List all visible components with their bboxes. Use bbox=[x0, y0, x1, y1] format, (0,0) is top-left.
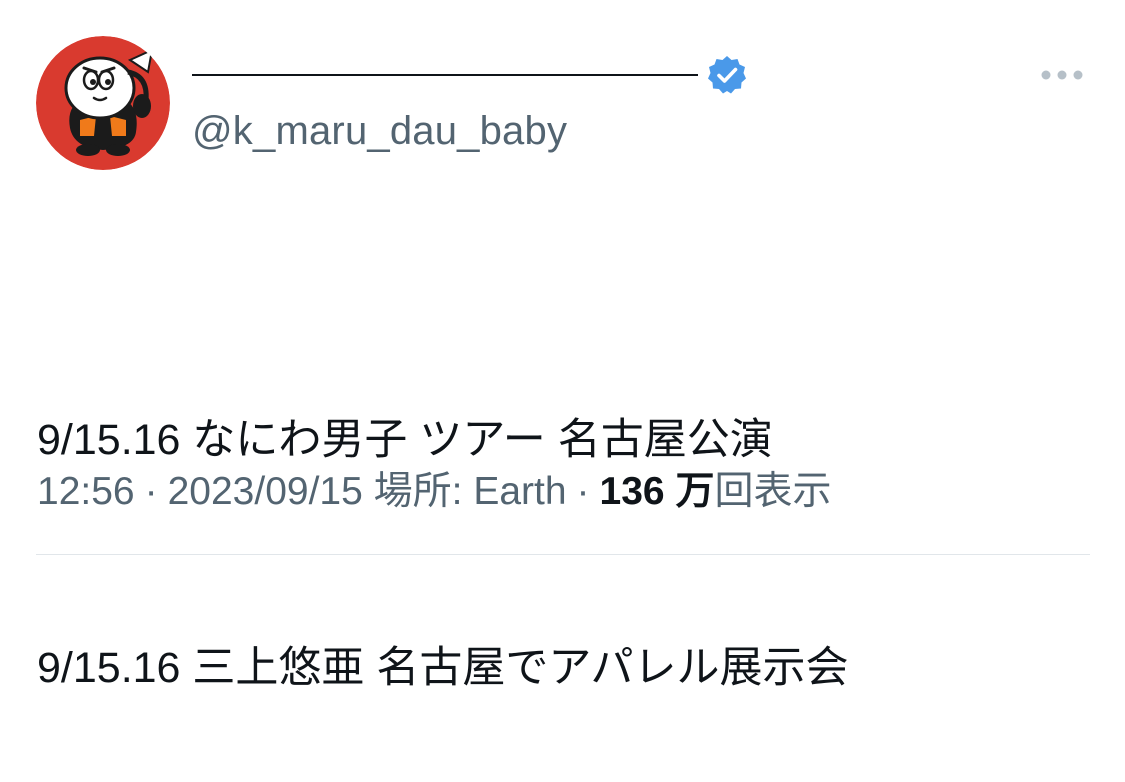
views-count[interactable]: 136 万 bbox=[600, 470, 715, 513]
avatar[interactable] bbox=[36, 36, 170, 170]
avatar-mascot-image bbox=[36, 36, 170, 170]
tweet-time[interactable]: 12:56 bbox=[37, 470, 135, 513]
verified-badge-icon bbox=[706, 54, 748, 96]
tweet-location: 場所: Earth bbox=[373, 470, 567, 513]
display-name[interactable] bbox=[192, 74, 698, 76]
display-name-row[interactable] bbox=[192, 52, 748, 98]
tweet-metadata: 12:56 · 2023/09/15 場所: Earth · 136 万回表示 bbox=[37, 466, 831, 518]
more-horizontal-icon bbox=[1041, 70, 1083, 80]
user-handle[interactable]: @k_maru_dau_baby bbox=[192, 108, 567, 154]
separator: · bbox=[144, 470, 158, 513]
separator: · bbox=[576, 470, 590, 513]
tweet-date[interactable]: 2023/09/15 bbox=[168, 470, 363, 513]
divider bbox=[36, 554, 1090, 555]
tweet-text-line: 9/15.16 三上悠亜 名古屋でアパレル展示会 bbox=[37, 644, 849, 692]
more-options-button[interactable] bbox=[1034, 58, 1090, 92]
views-label: 回表示 bbox=[714, 470, 832, 513]
